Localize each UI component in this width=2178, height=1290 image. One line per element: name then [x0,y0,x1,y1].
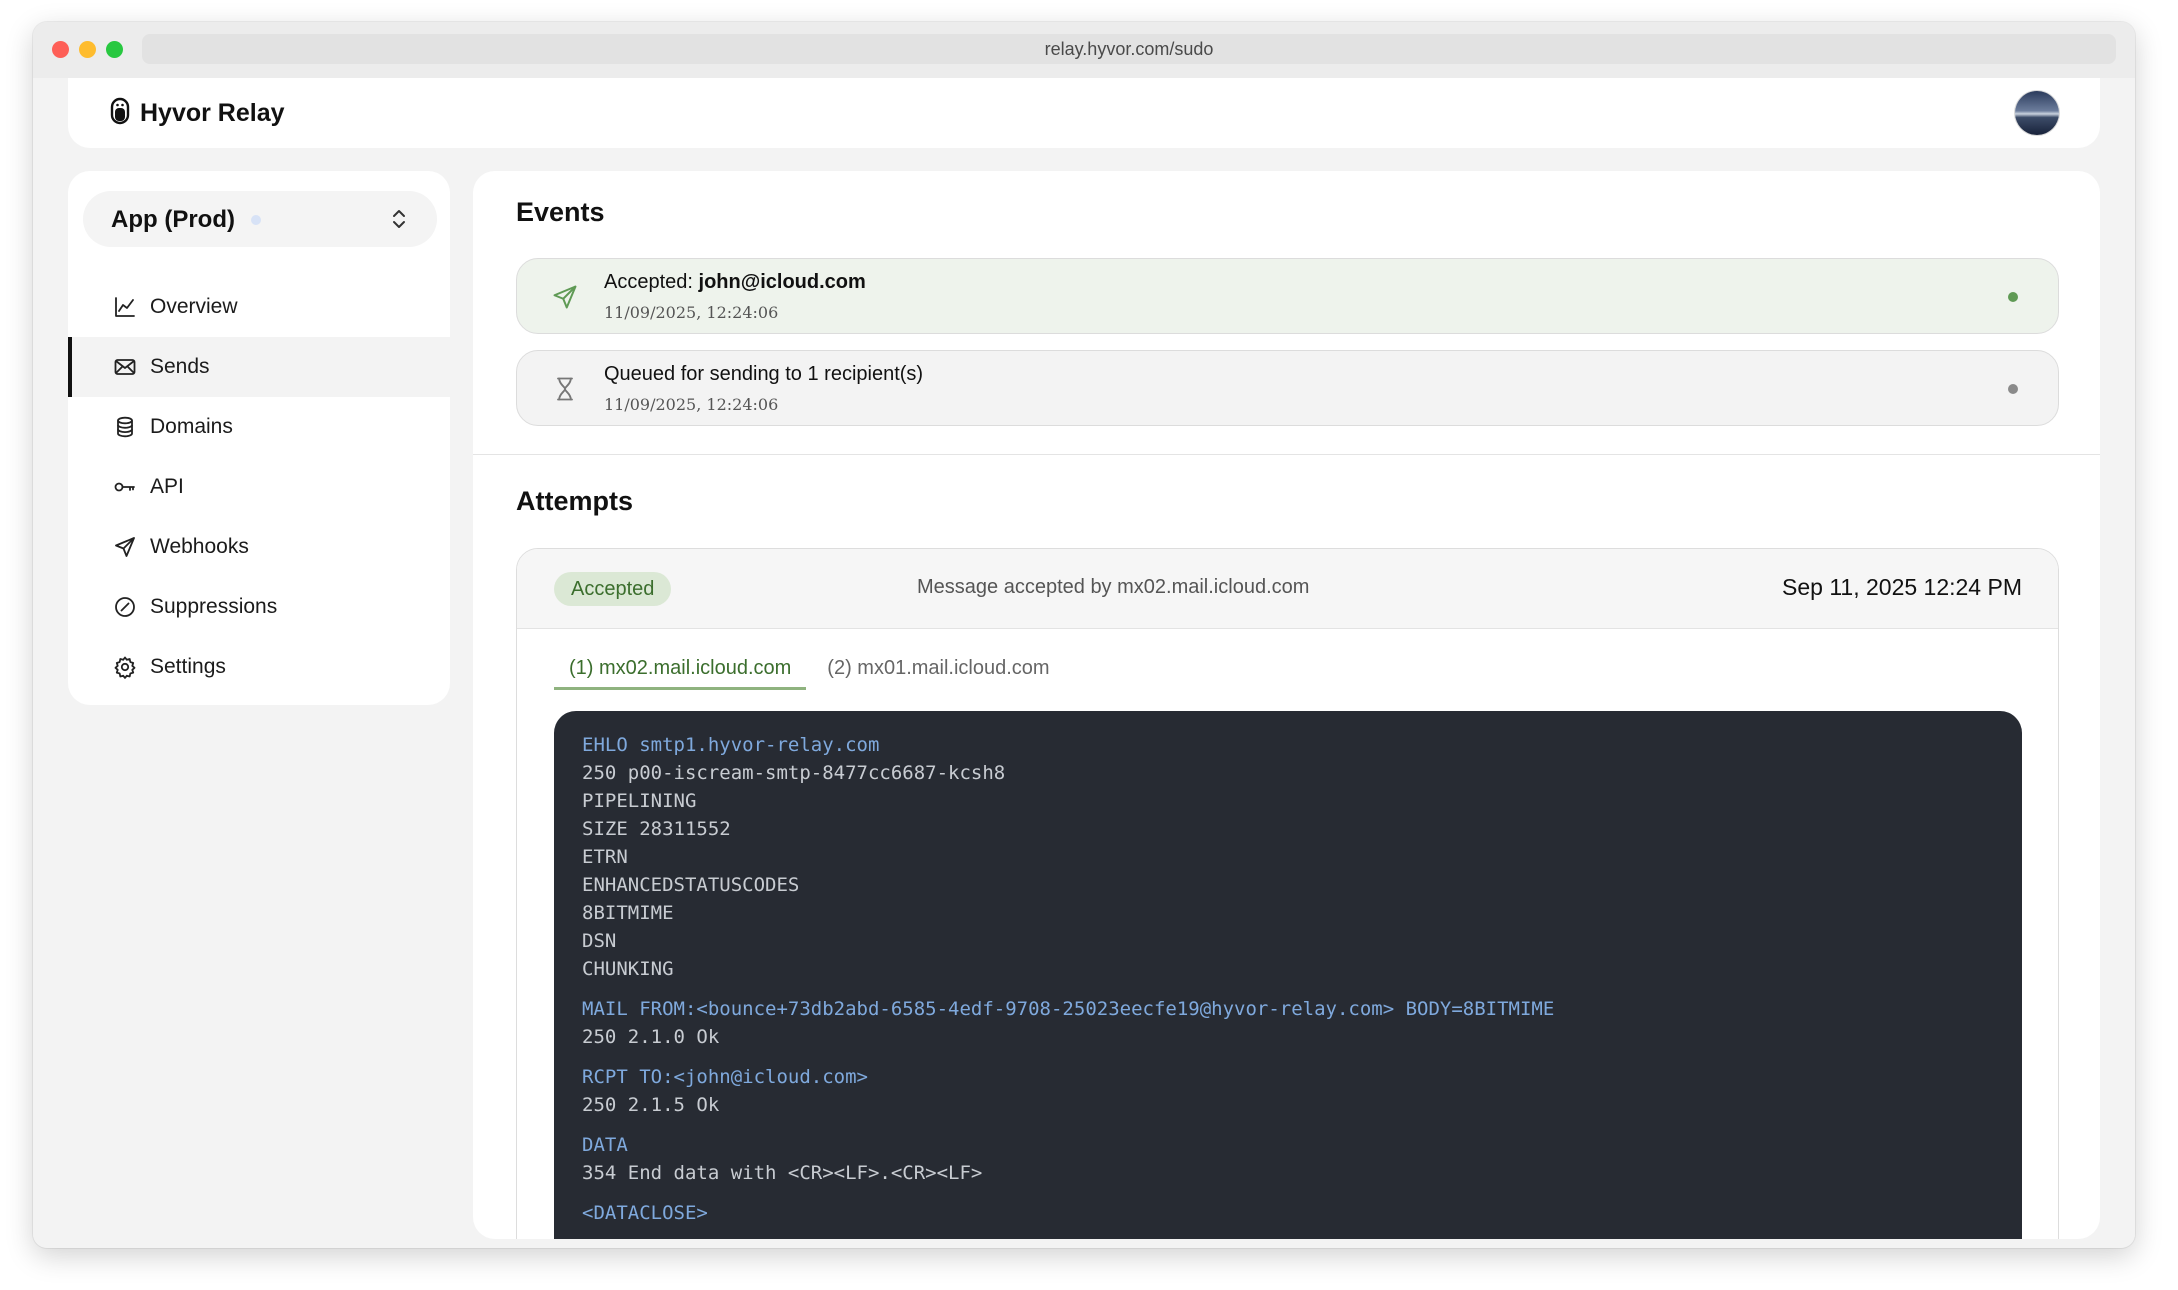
mx-tabs: (1) mx02.mail.icloud.com (2) mx01.mail.i… [554,649,1065,690]
sidebar-item-label: Settings [150,655,226,678]
hourglass-icon [551,375,579,403]
close-window-button[interactable] [52,41,69,58]
attempts-title: Attempts [516,486,634,516]
smtp-response: 250 2.1.5 Ok [582,1094,720,1116]
browser-window: relay.hyvor.com/sudo Hyvor Relay App (Pr… [33,22,2135,1248]
project-status-dot [251,215,261,225]
send-icon [112,534,138,560]
gear-icon [112,654,138,680]
smtp-conversation-log: EHLO smtp1.hyvor-relay.com 250 p00-iscrea… [554,711,2022,1239]
attempt-card: Accepted Message accepted by mx02.mail.i… [516,548,2059,1239]
event-time: 11/09/2025, 12:24:06 [604,395,779,414]
zoom-window-button[interactable] [106,41,123,58]
chart-line-icon [112,294,138,320]
smtp-exchange: MAIL FROM:<bounce+73db2abd-6585-4edf-970… [582,995,1994,1051]
event-prefix: Accepted: [604,271,699,293]
sidebar-item-webhooks[interactable]: Webhooks [68,517,450,577]
project-selector[interactable]: App (Prod) [83,191,437,247]
title-bar: relay.hyvor.com/sudo [33,22,2135,78]
minimize-window-button[interactable] [79,41,96,58]
event-status-dot [2008,384,2018,394]
event-title: Queued for sending to 1 recipient(s) [604,363,924,385]
sidebar: App (Prod) Overview Sends Domains API We… [68,171,450,705]
sidebar-item-label: Webhooks [150,535,249,558]
smtp-command: DATA [582,1134,628,1156]
sidebar-item-label: Overview [150,295,238,318]
tab-mx01[interactable]: (2) mx01.mail.icloud.com [812,649,1064,687]
smtp-response: SIZE 28311552 [582,818,731,840]
smtp-exchange: RCPT TO:<john@icloud.com> 250 2.1.5 Ok [582,1063,1994,1119]
event-recipient: john@icloud.com [698,271,866,293]
smtp-response: 250 2.1.0 Ok [582,1026,720,1048]
envelope-icon [112,354,138,380]
smtp-response: ENHANCEDSTATUSCODES [582,874,800,896]
app-name: Hyvor Relay [140,98,285,127]
status-badge: Accepted [554,572,672,606]
event-status-dot [2008,292,2018,302]
smtp-response: CHUNKING [582,958,674,980]
smtp-response: 250 p00-iscream-smtp-8477cc6687-kcsh8 [582,762,1006,784]
sidebar-item-settings[interactable]: Settings [68,637,450,697]
sidebar-item-sends[interactable]: Sends [68,337,450,397]
sidebar-item-overview[interactable]: Overview [68,277,450,337]
project-name: App (Prod) [111,206,235,233]
event-title: Accepted: john@icloud.com [604,271,866,294]
sidebar-item-domains[interactable]: Domains [68,397,450,457]
smtp-exchange: DATA 354 End data with <CR><LF>.<CR><LF> [582,1131,1994,1187]
event-accepted: Accepted: john@icloud.com 11/09/2025, 12… [516,258,2059,334]
event-time: 11/09/2025, 12:24:06 [604,303,779,322]
attempt-date: Sep 11, 2025 12:24 PM [1782,574,2022,600]
sidebar-item-label: Domains [150,415,233,438]
brand[interactable]: Hyvor Relay [110,94,285,132]
send-detail-panel: Events Accepted: john@icloud.com 11/09/2… [473,171,2100,1239]
smtp-response: DSN [582,930,617,952]
smtp-command: <DATACLOSE> [582,1202,708,1224]
key-icon [112,474,138,500]
events-title: Events [516,197,605,227]
attempt-message: Message accepted by mx02.mail.icloud.com [917,576,1310,598]
smtp-response: 8BITMIME [582,902,674,924]
smtp-exchange: EHLO smtp1.hyvor-relay.com 250 p00-iscrea… [582,731,1994,983]
sidebar-item-label: Suppressions [150,595,278,618]
attempt-header[interactable]: Accepted Message accepted by mx02.mail.i… [517,549,2058,629]
event-queued: Queued for sending to 1 recipient(s) 11/… [516,350,2059,426]
send-icon [551,283,579,311]
user-avatar[interactable] [2015,91,2059,135]
chevron-up-down-icon [391,207,407,231]
database-icon [112,414,138,440]
smtp-response: PIPELINING [582,790,697,812]
smtp-exchange: <DATACLOSE> [582,1199,1994,1227]
sidebar-item-suppressions[interactable]: Suppressions [68,577,450,637]
relay-logo-icon [110,97,130,130]
tab-mx02[interactable]: (1) mx02.mail.icloud.com [554,649,807,690]
sidebar-item-label: API [150,475,184,498]
page: Hyvor Relay App (Prod) Overview Sends Do… [33,78,2135,1248]
section-divider [473,454,2100,455]
smtp-command: EHLO smtp1.hyvor-relay.com [582,734,880,756]
slash-circle-icon [112,594,138,620]
smtp-response: 354 End data with <CR><LF>.<CR><LF> [582,1162,983,1184]
address-bar[interactable]: relay.hyvor.com/sudo [142,34,2116,64]
sidebar-item-api[interactable]: API [68,457,450,517]
sidebar-nav: Overview Sends Domains API Webhooks Supp… [68,277,450,697]
smtp-response: ETRN [582,846,628,868]
smtp-command: MAIL FROM:<bounce+73db2abd-6585-4edf-970… [582,998,1555,1020]
top-navigation: Hyvor Relay [68,78,2100,148]
smtp-command: RCPT TO:<john@icloud.com> [582,1066,868,1088]
sidebar-item-label: Sends [150,355,210,378]
